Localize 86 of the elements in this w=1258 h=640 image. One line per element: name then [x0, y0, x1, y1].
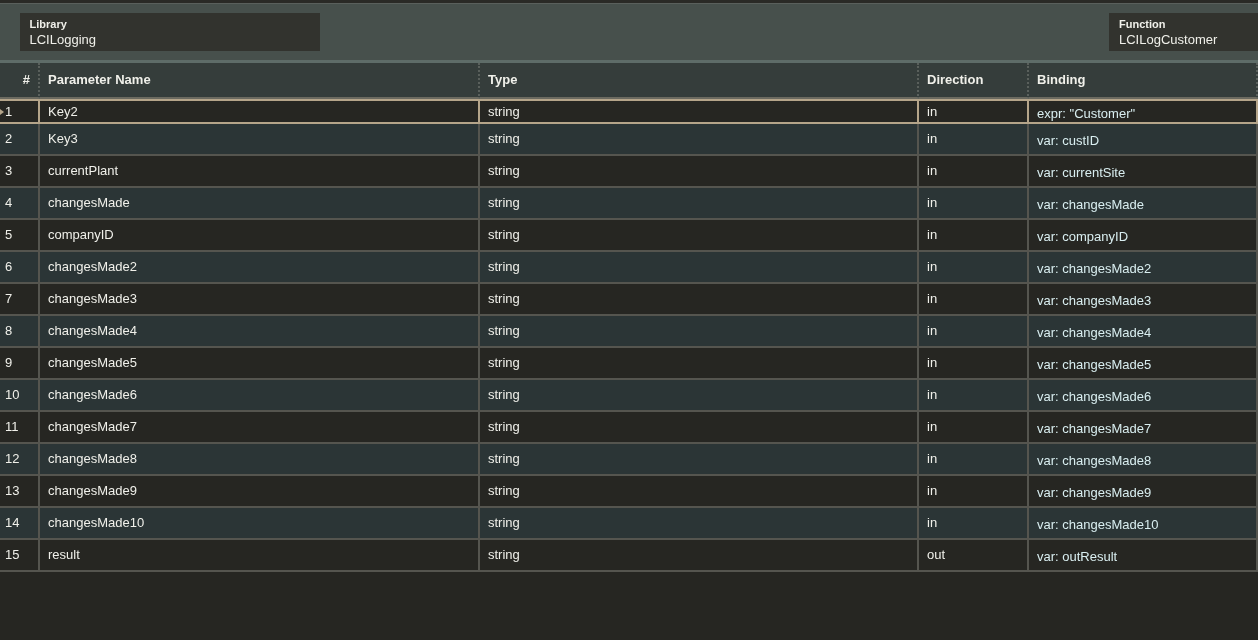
table-cell: string — [480, 252, 919, 284]
table-cell: var: changesMade5 — [1029, 348, 1258, 380]
table-cell: string — [480, 508, 919, 540]
table-cell: in — [919, 412, 1029, 444]
table-cell: changesMade7 — [40, 412, 480, 444]
table-cell: var: custID — [1029, 124, 1258, 156]
row-number-text: 2 — [5, 130, 13, 149]
table-cell: in — [919, 156, 1029, 188]
table-cell: var: changesMade2 — [1029, 252, 1258, 284]
table-cell: var: changesMade — [1029, 188, 1258, 220]
table-cell: string — [480, 412, 919, 444]
table-cell: Key3 — [40, 124, 480, 156]
table-cell: var: changesMade10 — [1029, 508, 1258, 540]
table-cell: changesMade8 — [40, 444, 480, 476]
table-cell: changesMade3 — [40, 284, 480, 316]
row-number-text: 11 — [5, 418, 19, 437]
table-cell: var: currentSite — [1029, 156, 1258, 188]
table-cell: in — [919, 188, 1029, 220]
table-cell: Key2 — [40, 99, 480, 124]
table-cell: var: changesMade8 — [1029, 444, 1258, 476]
table-cell: string — [480, 188, 919, 220]
row-number-text: 5 — [5, 226, 13, 245]
table-cell: in — [919, 508, 1029, 540]
row-number-text: 15 — [5, 546, 20, 565]
row-number-text: 10 — [5, 386, 20, 405]
table-cell: in — [919, 124, 1029, 156]
table-cell: var: changesMade7 — [1029, 412, 1258, 444]
table-cell: var: companyID — [1029, 220, 1258, 252]
table-cell: string — [480, 124, 919, 156]
function-field[interactable]: Function LCILogCustomer — [1109, 13, 1258, 51]
table-cell: var: changesMade4 — [1029, 316, 1258, 348]
row-number-text: 1 — [5, 102, 13, 121]
table-cell: string — [480, 348, 919, 380]
table-cell: in — [919, 444, 1029, 476]
column-header[interactable]: Type — [480, 63, 919, 99]
column-header[interactable]: Parameter Name — [40, 63, 480, 99]
field-value: LCILogging — [29, 31, 97, 48]
row-number-text: 14 — [5, 514, 20, 533]
field-label: Library — [29, 18, 68, 32]
row-number-text: 9 — [5, 354, 13, 373]
table-cell: in — [919, 99, 1029, 124]
row-number-text: 8 — [5, 322, 13, 341]
table-cell: string — [480, 476, 919, 508]
table-cell: string — [480, 99, 919, 124]
table-cell: string — [480, 316, 919, 348]
table-cell: string — [480, 540, 919, 572]
field-value: LCILogCustomer — [1119, 31, 1219, 48]
row-number-text: 7 — [5, 290, 13, 309]
table-cell: changesMade2 — [40, 252, 480, 284]
table-cell: string — [480, 156, 919, 188]
column-header[interactable]: Binding — [1029, 63, 1258, 99]
table-cell: in — [919, 220, 1029, 252]
table-cell: changesMade4 — [40, 316, 480, 348]
row-number-text: 13 — [5, 482, 20, 501]
table-cell: string — [480, 284, 919, 316]
table-cell: changesMade10 — [40, 508, 480, 540]
row-number-text: 12 — [5, 450, 20, 469]
row-number-text: 3 — [5, 162, 13, 181]
table-cell: changesMade9 — [40, 476, 480, 508]
table-cell: currentPlant — [40, 156, 480, 188]
table-cell: var: changesMade3 — [1029, 284, 1258, 316]
row-number-text: 6 — [5, 258, 13, 277]
table-cell: in — [919, 252, 1029, 284]
row-number-text: 4 — [5, 194, 13, 213]
table-cell: in — [919, 476, 1029, 508]
table-cell: result — [40, 540, 480, 572]
table-cell: string — [480, 220, 919, 252]
column-header[interactable]: Direction — [919, 63, 1029, 99]
table-cell: in — [919, 348, 1029, 380]
table-cell: var: outResult — [1029, 540, 1258, 572]
library-field[interactable]: Library LCILogging — [19, 13, 320, 51]
table-cell: in — [919, 316, 1029, 348]
table-cell: var: changesMade9 — [1029, 476, 1258, 508]
table-cell: out — [919, 540, 1029, 572]
table-cell: string — [480, 380, 919, 412]
table-cell: companyID — [40, 220, 480, 252]
table-cell: changesMade6 — [40, 380, 480, 412]
column-header[interactable]: # — [0, 63, 40, 99]
table-cell: changesMade — [40, 188, 480, 220]
table-cell: in — [919, 284, 1029, 316]
table-cell: string — [480, 444, 919, 476]
field-label: Function — [1119, 18, 1167, 32]
table-cell: changesMade5 — [40, 348, 480, 380]
table-cell: in — [919, 380, 1029, 412]
table-cell: var: changesMade6 — [1029, 380, 1258, 412]
table-cell: expr: "Customer" — [1029, 99, 1258, 124]
